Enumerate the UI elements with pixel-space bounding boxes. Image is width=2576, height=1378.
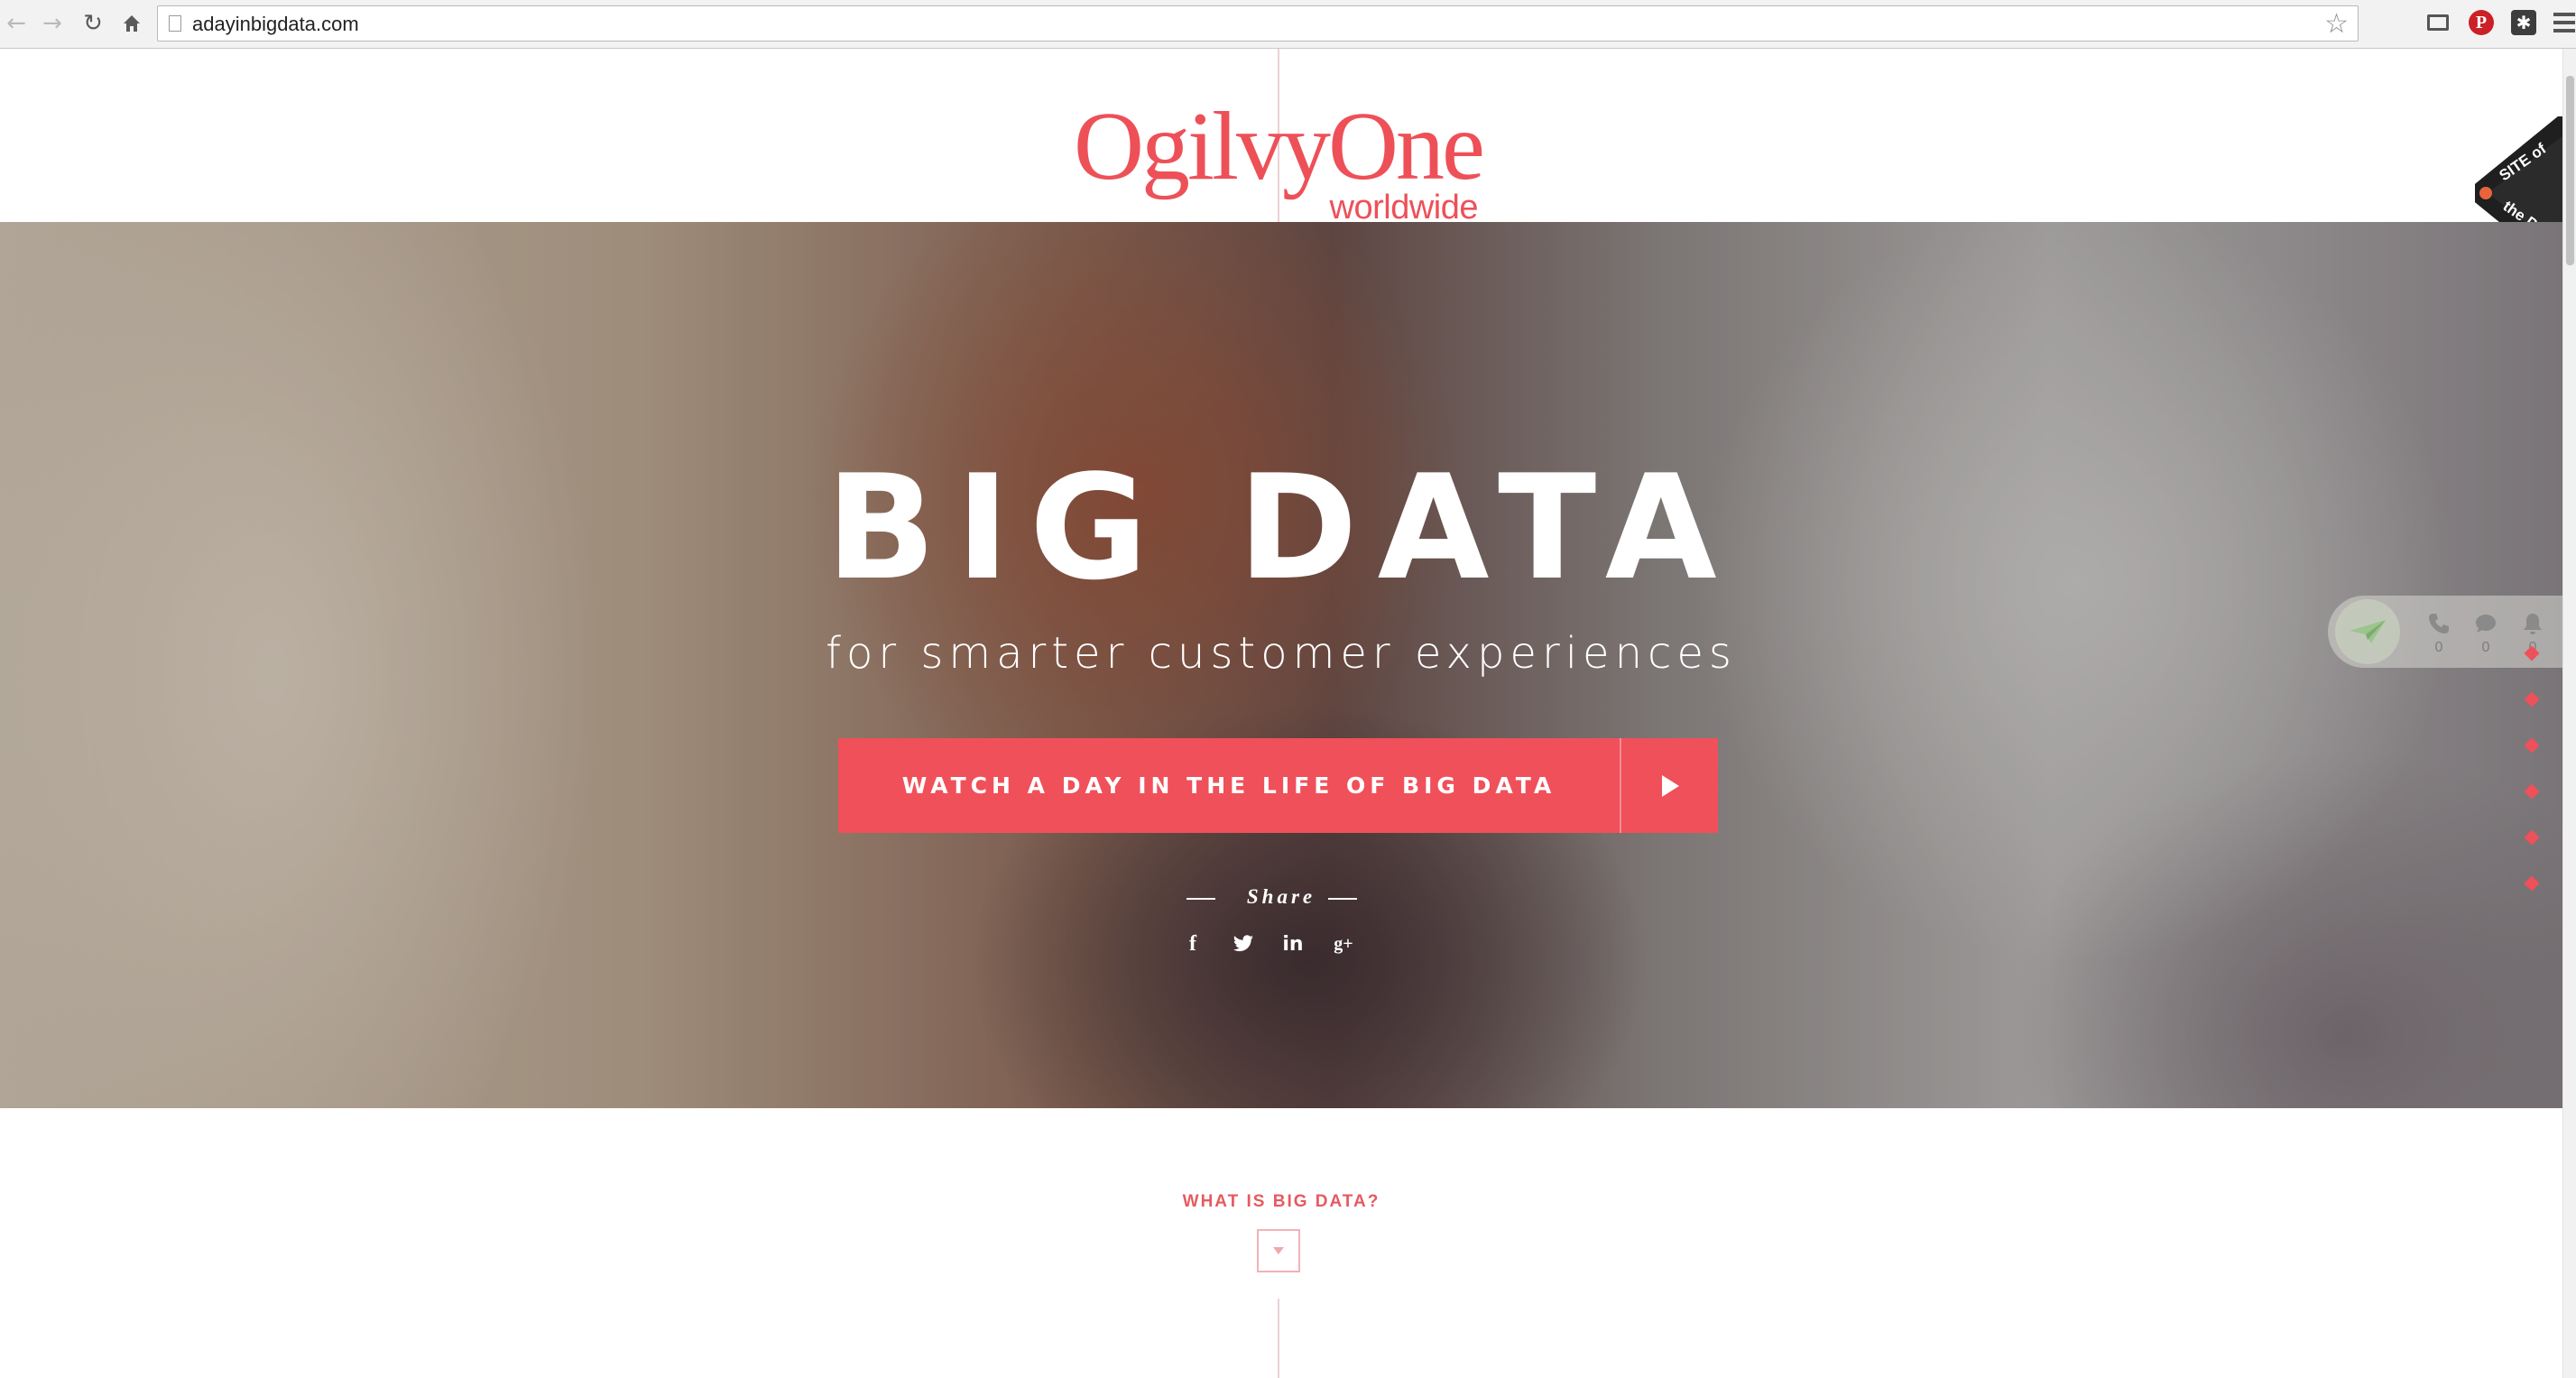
what-is-big-data-link[interactable]: WHAT IS BIG DATA? [0, 1192, 2562, 1212]
calls-counter[interactable]: 0 [2421, 612, 2457, 656]
phone-icon [2429, 614, 2449, 634]
twitter-icon[interactable] [1227, 928, 1260, 960]
linkedin-icon[interactable]: in [1277, 928, 1309, 960]
browser-toolbar: ← → ↻ adayinbigdata.com ☆ P ✱ [0, 0, 2576, 49]
hero-title: BIG DATA [826, 443, 1737, 612]
messages-count: 0 [2481, 640, 2490, 655]
reload-button[interactable]: ↻ [77, 7, 109, 40]
watch-video-label: WATCH A DAY IN THE LIFE OF BIG DATA [901, 772, 1556, 799]
chat-icon [2476, 615, 2496, 633]
paper-plane-button[interactable] [2335, 599, 2400, 664]
hero-subtitle: for smarter customer experiences [826, 628, 1737, 679]
page-viewport: OgilvyOne worldwide SITE of the DAY BIG … [0, 49, 2562, 1378]
play-icon [1661, 774, 1679, 797]
bell-icon [2524, 614, 2542, 634]
pinterest-extension-button[interactable]: P [2467, 8, 2496, 37]
share-line-right [1328, 898, 1357, 900]
google-plus-icon[interactable]: g+ [1327, 928, 1360, 960]
paper-plane-icon [2350, 620, 2386, 643]
play-button[interactable] [1620, 738, 1718, 833]
address-bar[interactable]: adayinbigdata.com ☆ [157, 5, 2359, 42]
scrollbar-thumb[interactable] [2566, 76, 2574, 265]
cast-icon [2427, 14, 2449, 31]
divider-line-bottom [1278, 1299, 1279, 1378]
browser-menu-button[interactable] [2550, 8, 2576, 37]
bookmark-star-icon[interactable]: ☆ [2324, 8, 2349, 40]
hamburger-icon [2553, 13, 2575, 32]
arrow-down-icon [1273, 1247, 1284, 1254]
logo-wordmark: OgilvyOne [1074, 93, 1485, 200]
home-icon [124, 15, 140, 32]
pinterest-icon: P [2469, 10, 2494, 35]
share-label: Share [1246, 885, 1316, 908]
puzzle-icon: ✱ [2511, 10, 2536, 35]
home-button[interactable] [115, 7, 148, 40]
watch-video-button[interactable]: WATCH A DAY IN THE LIFE OF BIG DATA [838, 738, 1718, 833]
page-icon [169, 15, 181, 32]
scroll-down-button[interactable] [1257, 1229, 1300, 1272]
facebook-icon[interactable]: f [1177, 928, 1209, 960]
messages-counter[interactable]: 0 [2468, 612, 2504, 656]
calls-count: 0 [2434, 640, 2443, 655]
cast-extension-button[interactable] [2424, 8, 2452, 37]
url-text: adayinbigdata.com [192, 13, 359, 35]
back-button[interactable]: ← [0, 7, 32, 40]
page-scrollbar[interactable] [2562, 49, 2576, 1378]
hero-section: BIG DATA for smarter customer experience… [0, 222, 2562, 1108]
forward-button[interactable]: → [36, 7, 69, 40]
extension-button[interactable]: ✱ [2509, 8, 2538, 37]
ogilvyone-logo[interactable]: OgilvyOne worldwide [1074, 98, 1489, 234]
